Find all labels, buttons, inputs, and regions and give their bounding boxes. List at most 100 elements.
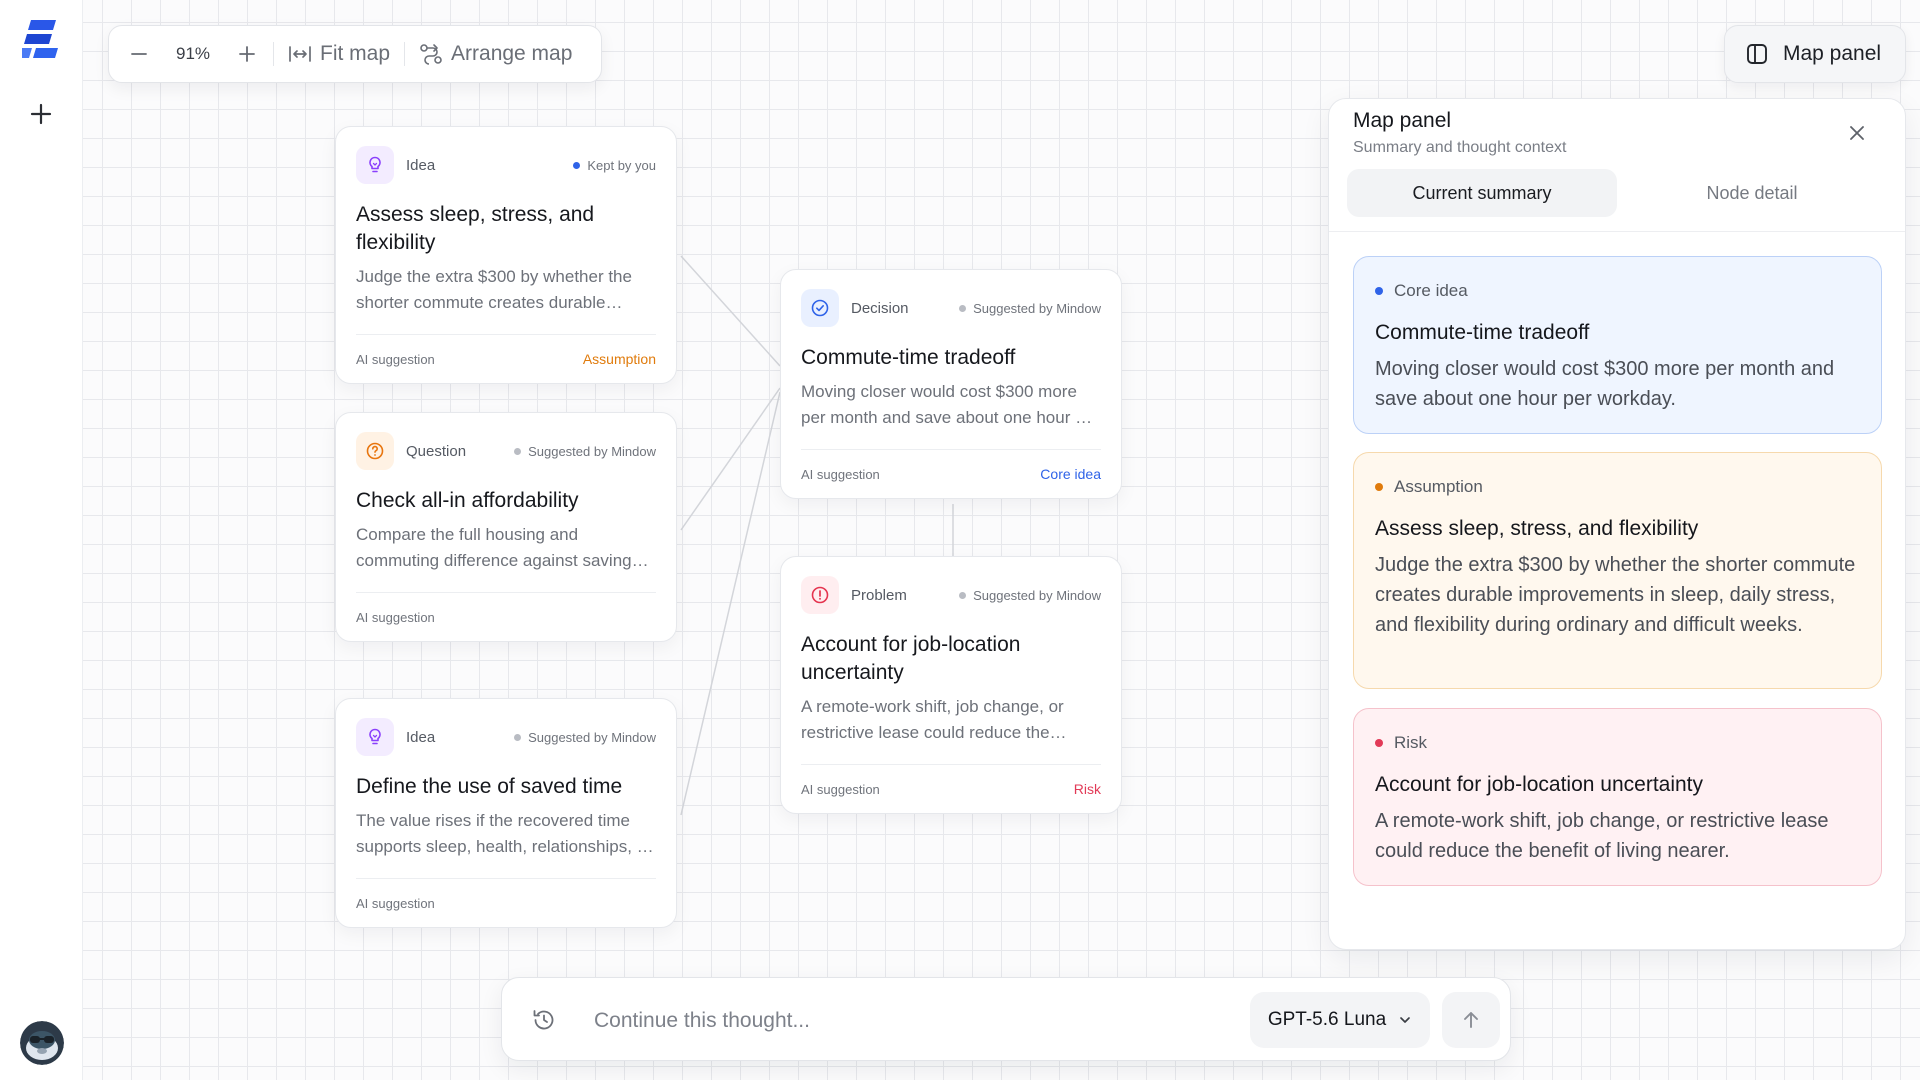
node-origin: Suggested by Mindow xyxy=(959,301,1101,316)
node-origin: Kept by you xyxy=(573,158,656,173)
tab-node-detail[interactable]: Node detail xyxy=(1617,169,1887,217)
node-description: A remote-work shift, job change, or rest… xyxy=(801,697,1064,742)
summary-card-risk[interactable]: Risk Account for job-location uncertaint… xyxy=(1353,708,1882,886)
node-ai-label: AI suggestion xyxy=(801,781,880,797)
kept-status-dot xyxy=(573,161,581,169)
toolbar-divider xyxy=(404,42,406,66)
node-ai-label: AI suggestion xyxy=(356,895,435,911)
node-origin-label: Suggested by Mindow xyxy=(973,587,1101,603)
map-side-panel: Map panel Summary and thought context Cu… xyxy=(1328,98,1906,950)
arrange-nodes-icon xyxy=(420,44,442,65)
node-origin-label: Suggested by Mindow xyxy=(528,443,656,459)
summary-card-title: Account for job-location uncertainty xyxy=(1375,773,1704,796)
map-panel-toggle-button[interactable]: Map panel xyxy=(1724,25,1906,83)
lightbulb-icon xyxy=(369,156,381,173)
map-node-affordability[interactable]: Question Suggested by Mindow Check all-i… xyxy=(335,412,677,642)
summary-card-assumption[interactable]: Assumption Assess sleep, stress, and fle… xyxy=(1353,452,1882,689)
thought-composer: GPT-5.6 Luna xyxy=(501,977,1511,1061)
check-circle-icon xyxy=(811,299,829,317)
node-title: Account for job-location uncertainty xyxy=(801,633,1021,684)
thought-input[interactable] xyxy=(592,1002,1116,1040)
plus-icon xyxy=(239,46,255,62)
arrow-up-icon xyxy=(1464,1012,1478,1028)
summary-card-title: Commute-time tradeoff xyxy=(1375,321,1590,344)
user-avatar[interactable] xyxy=(20,1021,64,1065)
summary-card-title: Assess sleep, stress, and flexibility xyxy=(1375,517,1699,540)
map-node-commute-tradeoff[interactable]: Decision Suggested by Mindow Commute-tim… xyxy=(780,269,1122,499)
problem-node-icon xyxy=(801,576,839,614)
node-description: Compare the full housing and commuting d… xyxy=(356,525,641,570)
history-icon xyxy=(533,1010,554,1030)
summary-card-body: A remote-work shift, job change, or rest… xyxy=(1375,810,1829,862)
summary-card-label: Core idea xyxy=(1394,281,1468,300)
alert-circle-icon xyxy=(811,586,829,604)
node-origin: Suggested by Mindow xyxy=(959,588,1101,603)
question-circle-icon xyxy=(366,442,384,460)
node-description: The value rises if the recovered time su… xyxy=(356,811,652,856)
node-type-label: Problem xyxy=(851,586,907,604)
plus-icon xyxy=(30,103,52,125)
arrange-map-label: Arrange map xyxy=(451,42,573,65)
node-ai-label: AI suggestion xyxy=(356,609,435,625)
arrange-map-button[interactable]: Arrange map xyxy=(413,42,578,66)
node-origin-label: Suggested by Mindow xyxy=(528,729,656,745)
fit-map-label: Fit map xyxy=(320,42,391,65)
zoom-level[interactable]: 91% xyxy=(157,44,229,64)
assumption-dot xyxy=(1375,483,1383,491)
node-type-label: Idea xyxy=(406,728,436,746)
node-tag-core-idea: Core idea xyxy=(1040,466,1101,482)
zoom-in-button[interactable] xyxy=(229,36,265,72)
node-origin-label: Suggested by Mindow xyxy=(973,300,1101,316)
suggested-status-dot xyxy=(959,304,967,312)
history-button[interactable] xyxy=(528,1004,560,1036)
sidebar-panel-icon xyxy=(1747,44,1767,64)
suggested-status-dot xyxy=(514,447,522,455)
core-idea-dot xyxy=(1375,287,1383,295)
close-panel-button[interactable] xyxy=(1842,118,1872,148)
fit-width-icon xyxy=(289,46,311,62)
panel-subtitle: Summary and thought context xyxy=(1353,139,1567,156)
node-description: Judge the extra $300 by whether the shor… xyxy=(356,267,632,312)
send-button[interactable] xyxy=(1442,992,1500,1048)
node-title: Assess sleep, stress, and flexibility xyxy=(356,203,595,254)
node-title: Check all-in affordability xyxy=(356,489,579,512)
node-type-label: Decision xyxy=(851,299,909,317)
node-origin-label: Kept by you xyxy=(587,157,656,173)
canvas-toolbar: 91% Fit map Arrange map xyxy=(108,25,602,83)
map-node-saved-time[interactable]: Idea Suggested by Mindow Define the use … xyxy=(335,698,677,928)
toolbar-divider xyxy=(273,42,274,66)
tab-current-summary[interactable]: Current summary xyxy=(1347,169,1617,217)
suggested-status-dot xyxy=(959,591,967,599)
left-rail xyxy=(0,0,83,1080)
risk-dot xyxy=(1375,739,1383,747)
map-node-assess-sleep[interactable]: Idea Kept by you Assess sleep, stress, a… xyxy=(335,126,677,384)
fit-map-button[interactable]: Fit map xyxy=(282,42,396,66)
node-type-label: Idea xyxy=(406,156,436,174)
model-selector[interactable]: GPT-5.6 Luna xyxy=(1250,992,1430,1048)
summary-card-label: Risk xyxy=(1394,733,1428,752)
chevron-down-icon xyxy=(1400,1017,1410,1023)
new-map-button[interactable] xyxy=(21,94,61,134)
zoom-out-button[interactable] xyxy=(121,36,157,72)
brand-logo-icon[interactable] xyxy=(19,20,60,65)
summary-card-body: Moving closer would cost $300 more per m… xyxy=(1375,358,1835,410)
panel-tabs: Current summary Node detail xyxy=(1347,169,1887,217)
node-title: Commute-time tradeoff xyxy=(801,346,1016,369)
node-tag-risk: Risk xyxy=(1073,781,1101,797)
model-name: GPT-5.6 Luna xyxy=(1267,1009,1387,1030)
summary-card-core-idea[interactable]: Core idea Commute-time tradeoff Moving c… xyxy=(1353,256,1882,434)
node-origin: Suggested by Mindow xyxy=(514,730,656,745)
idea-node-icon xyxy=(356,146,394,184)
panel-divider xyxy=(1329,231,1905,232)
panel-title: Map panel xyxy=(1353,109,1452,132)
suggested-status-dot xyxy=(514,733,522,741)
summary-card-body: Judge the extra $300 by whether the shor… xyxy=(1375,554,1856,636)
map-node-job-location[interactable]: Problem Suggested by Mindow Account for … xyxy=(780,556,1122,814)
node-tag-assumption: Assumption xyxy=(582,351,656,367)
node-ai-label: AI suggestion xyxy=(356,351,435,367)
summary-card-label: Assumption xyxy=(1394,477,1483,496)
close-icon xyxy=(1850,126,1864,140)
node-origin: Suggested by Mindow xyxy=(514,444,656,459)
node-ai-label: AI suggestion xyxy=(801,466,880,482)
node-type-label: Question xyxy=(406,442,467,460)
